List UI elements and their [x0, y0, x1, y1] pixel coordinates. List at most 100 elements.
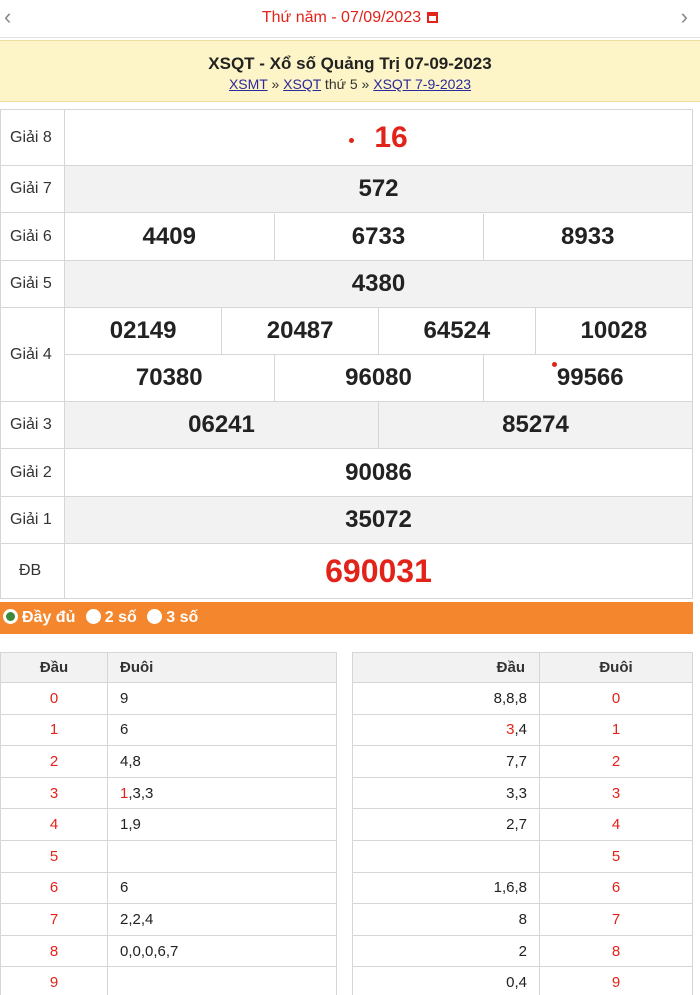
digit-list: 2,7: [506, 816, 527, 834]
prize-value: 02149: [109, 317, 177, 345]
prize-value: 96080: [273, 354, 483, 401]
date-selector[interactable]: Thứ năm - 07/09/2023: [0, 9, 700, 27]
radio-icon[interactable]: [147, 609, 163, 624]
table-row: 66: [0, 871, 337, 905]
prize-value: 6733: [273, 213, 483, 260]
table-row: 2 4,8: [0, 745, 337, 778]
tail-digits: 1,3,3: [107, 776, 337, 810]
table-row: 8,8,8 0: [352, 682, 693, 715]
tail-digits: 6: [107, 871, 337, 905]
breadcrumb-xsmt-link[interactable]: XSMT: [229, 76, 268, 92]
prize-value: 20487: [221, 308, 379, 355]
tail-digit: 4: [539, 808, 693, 841]
table-row: 8 0,0,0,6,7: [0, 934, 337, 968]
prize-label: ĐB: [0, 543, 65, 599]
prize-value: 4409: [142, 222, 196, 250]
option-2-digits[interactable]: 2 số: [85, 602, 137, 634]
tail-digit: 8: [539, 934, 693, 968]
table-row: 16: [0, 713, 337, 747]
prize-label: Giải 7: [0, 165, 65, 213]
calendar-icon[interactable]: [427, 12, 439, 23]
tail-digits: 9: [107, 682, 337, 715]
tail-digit: 5: [539, 839, 693, 873]
prize-row-5: Giải 5 4380: [0, 260, 693, 308]
table-row: 5: [0, 839, 337, 873]
digit-list: 6: [120, 879, 129, 897]
prize-value: 4380: [64, 260, 693, 308]
prize-value: 35072: [64, 496, 693, 544]
breadcrumb-xsqt-link[interactable]: XSQT: [283, 76, 321, 92]
breadcrumb-separator: »: [267, 76, 284, 92]
digit-list: 8: [518, 910, 527, 928]
head-digits: 7,7: [352, 745, 540, 778]
chevron-right-icon[interactable]: ›: [681, 6, 688, 28]
head-digits: 1,6,8: [352, 871, 540, 905]
head-digits: 8: [352, 903, 540, 936]
prize-value: 85274: [378, 402, 692, 448]
table-row: 2,7 4: [352, 808, 693, 841]
table-row: 09: [0, 682, 337, 715]
prize-row-7: Giải 7 572: [0, 165, 693, 213]
digit-list: ,3,3: [128, 784, 154, 802]
prize-value: 572: [64, 165, 693, 213]
digit-list: 0,0,0,6,7: [120, 942, 179, 960]
table-row: 0,4 9: [352, 966, 693, 995]
digit-list: 8,8,8: [493, 689, 527, 707]
table-row: 28: [352, 934, 693, 968]
tail-digits: 1,9: [107, 808, 337, 841]
head-digit: 4: [0, 808, 108, 841]
column-header-tail: Đuôi: [107, 652, 337, 683]
tail-digits: 2,2,4: [107, 903, 337, 936]
prize-label: Giải 2: [0, 448, 65, 497]
tail-digit: 1: [539, 713, 693, 747]
digit-list: 2,2,4: [120, 910, 154, 928]
digit-list: 1,6,8: [493, 879, 527, 897]
tail-digits: 6: [107, 713, 337, 747]
tail-digit: 3: [539, 776, 693, 810]
breadcrumb-date-link[interactable]: XSQT 7-9-2023: [373, 76, 471, 92]
digit-list: 2: [518, 942, 527, 960]
digit-list: 4,8: [120, 752, 141, 770]
date-label[interactable]: Thứ năm - 07/09/2023: [262, 9, 421, 26]
tail-digits: 0,0,0,6,7: [107, 934, 337, 968]
prize-label: Giải 8: [0, 109, 65, 166]
display-options-bar: Đầy đủ 2 số 3 số: [0, 602, 693, 634]
tail-digit: 9: [539, 966, 693, 995]
option-full[interactable]: Đầy đủ: [3, 602, 75, 634]
marker-dot: [349, 137, 355, 143]
prize-value: 64524: [378, 308, 536, 355]
head-digits: 2,7: [352, 808, 540, 841]
head-digit: 6: [0, 871, 108, 905]
head-tail-table-left: Đầu Đuôi 0 9 1 6 2 4,8 3 1,3,3 4 1,9 5 6 6 7 2,2,4 8 0,0…: [0, 652, 337, 995]
digit-list: 3,3: [506, 784, 527, 802]
breadcrumb-weekday: thứ 5: [321, 76, 358, 92]
head-digit: 3: [0, 776, 108, 810]
breadcrumb-separator: »: [357, 76, 374, 92]
table-row: 5: [352, 839, 693, 873]
prize-value: 10028: [534, 308, 692, 355]
tail-digit: 7: [539, 903, 693, 936]
radio-icon[interactable]: [85, 609, 101, 624]
table-row: 3 1,3,3: [0, 776, 337, 810]
page-title: XSQT - Xổ số Quảng Trị 07-09-2023: [208, 54, 492, 73]
prize-row-8: Giải 8 16: [0, 109, 693, 166]
prize-label: Giải 1: [0, 496, 65, 544]
digit-list: 9: [120, 689, 129, 707]
prize-value: 70380: [135, 364, 203, 391]
prize-row-2: Giải 2 90086: [0, 448, 693, 497]
prize-value: 99566: [482, 354, 692, 401]
results-table: Giải 8 16 Giải 7 572 Giải 6 4409 6733 89…: [0, 109, 693, 599]
option-3-digits[interactable]: 3 số: [147, 602, 198, 634]
column-header-head: Đầu: [0, 652, 108, 683]
digit-list: 0,4: [506, 974, 527, 992]
result-title-box: XSQT - Xổ số Quảng Trị 07-09-2023 XSMT »…: [0, 40, 700, 102]
prize-label: Giải 6: [0, 212, 65, 261]
radio-selected-icon[interactable]: [3, 609, 18, 624]
table-row: 4 1,9: [0, 808, 337, 841]
tail-digit: 2: [539, 745, 693, 778]
tail-digits: [107, 966, 337, 995]
head-digits: 0,4: [352, 966, 540, 995]
digit-list: 7,7: [506, 752, 527, 770]
prize-label: Giải 3: [0, 401, 65, 449]
tail-digit: 0: [539, 682, 693, 715]
